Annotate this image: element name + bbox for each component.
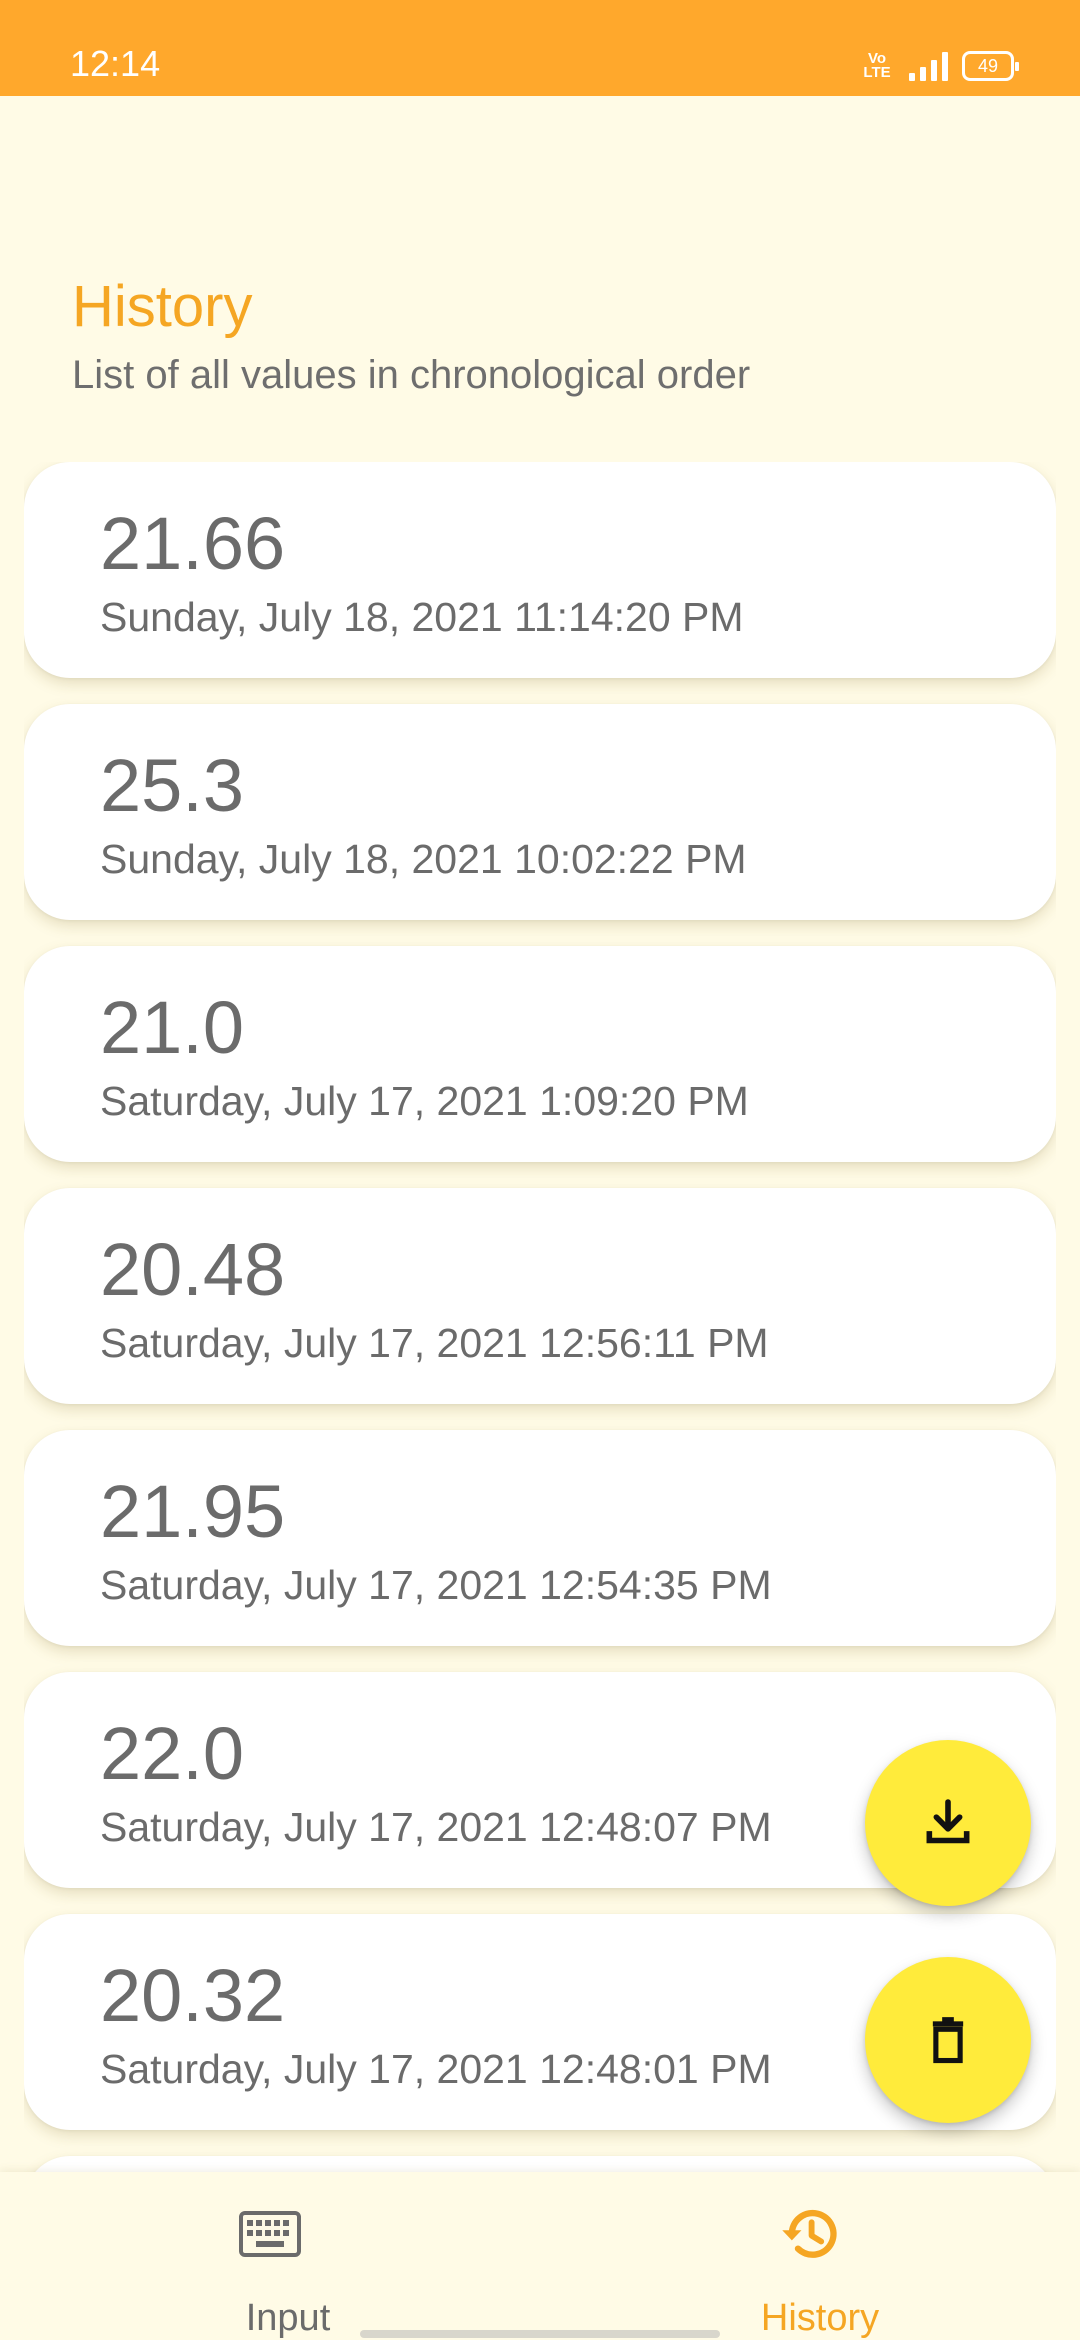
home-indicator <box>360 2330 720 2338</box>
history-date: Saturday, July 17, 2021 1:09:20 PM <box>100 1078 749 1124</box>
status-time: 12:14 <box>70 43 161 84</box>
status-bar: 12:14 Vo LTE 49 <box>0 0 1080 96</box>
history-card[interactable]: 20.48 Saturday, July 17, 2021 12:56:11 P… <box>24 1188 1056 1404</box>
signal-icon <box>909 51 948 81</box>
download-icon <box>926 1799 970 1844</box>
page-subtitle: List of all values in chronological orde… <box>72 353 751 397</box>
bottom-navigation: Input History <box>0 2172 1080 2340</box>
history-value: 22.0 <box>100 1712 245 1795</box>
history-icon <box>778 2202 842 2266</box>
status-icons: Vo LTE 49 <box>859 46 1019 86</box>
history-value: 20.32 <box>100 1954 286 2037</box>
battery-level: 49 <box>977 55 999 76</box>
volte-icon: Vo LTE <box>863 50 891 81</box>
keyboard-icon <box>238 2202 302 2266</box>
history-value: 21.95 <box>100 1470 286 1553</box>
trash-icon <box>932 2017 964 2064</box>
battery-icon: 49 <box>962 51 1019 81</box>
page-title: History <box>72 274 253 339</box>
history-list[interactable]: 21.66 Sunday, July 18, 2021 11:14:20 PM … <box>24 462 1056 2172</box>
download-button[interactable] <box>865 1740 1031 1906</box>
history-date: Sunday, July 18, 2021 11:14:20 PM <box>100 594 744 640</box>
history-card[interactable]: 21.0 Saturday, July 17, 2021 1:09:20 PM <box>24 946 1056 1162</box>
history-value: 21.0 <box>100 986 245 1069</box>
history-date: Saturday, July 17, 2021 12:56:11 PM <box>100 1320 769 1366</box>
nav-item-history[interactable]: History <box>540 2172 1080 2340</box>
history-date: Saturday, July 17, 2021 12:48:01 PM <box>100 2046 772 2092</box>
history-date: Sunday, July 18, 2021 10:02:22 PM <box>100 836 747 882</box>
history-date: Saturday, July 17, 2021 12:54:35 PM <box>100 1562 772 1608</box>
history-value: 25.3 <box>100 744 245 827</box>
nav-item-input[interactable]: Input <box>0 2172 540 2340</box>
history-card[interactable]: 21.66 Sunday, July 18, 2021 11:14:20 PM <box>24 462 1056 678</box>
history-card[interactable]: 21.95 Saturday, July 17, 2021 12:54:35 P… <box>24 1430 1056 1646</box>
history-date: Saturday, July 17, 2021 12:48:07 PM <box>100 1804 772 1850</box>
history-value: 20.48 <box>100 1228 286 1311</box>
history-value: 21.66 <box>100 502 286 585</box>
delete-all-button[interactable] <box>865 1957 1031 2123</box>
history-card-partial[interactable] <box>24 2156 1056 2172</box>
history-card[interactable]: 25.3 Sunday, July 18, 2021 10:02:22 PM <box>24 704 1056 920</box>
